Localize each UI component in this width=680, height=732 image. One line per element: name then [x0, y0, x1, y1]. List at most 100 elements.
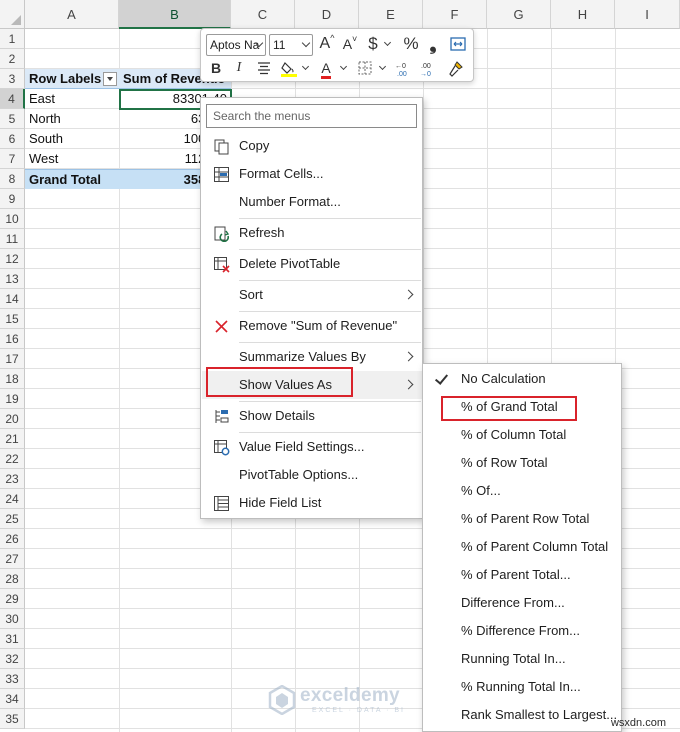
- row-header-33[interactable]: 33: [0, 669, 25, 689]
- chevron-down-icon[interactable]: [378, 62, 387, 71]
- italic-button[interactable]: I: [229, 57, 249, 79]
- row-header-16[interactable]: 16: [0, 329, 25, 349]
- row-header-20[interactable]: 20: [0, 409, 25, 429]
- row-header-34[interactable]: 34: [0, 689, 25, 709]
- submenu-item-pct-running-total-in[interactable]: % Running Total In...: [424, 673, 621, 701]
- format-painter-brush-icon: [449, 61, 463, 77]
- chevron-down-icon[interactable]: [301, 62, 310, 71]
- menu-item-value-field-settings[interactable]: Value Field Settings...: [202, 434, 422, 460]
- menu-item-hide-field-list[interactable]: Hide Field List: [202, 490, 422, 516]
- row-header-28[interactable]: 28: [0, 569, 25, 589]
- column-header-c[interactable]: C: [231, 0, 295, 29]
- row-header-14[interactable]: 14: [0, 289, 25, 309]
- column-header-h[interactable]: H: [551, 0, 615, 29]
- row-header-21[interactable]: 21: [0, 429, 25, 449]
- pivot-row-label[interactable]: East: [25, 89, 119, 109]
- font-name-combo[interactable]: Aptos Na: [206, 34, 266, 56]
- row-header-13[interactable]: 13: [0, 269, 25, 289]
- row-header-25[interactable]: 25: [0, 509, 25, 529]
- menu-item-refresh[interactable]: Refresh: [202, 220, 422, 246]
- search-menus-input[interactable]: Search the menus: [206, 104, 417, 128]
- menu-item-remove-field[interactable]: Remove "Sum of Revenue": [202, 313, 422, 339]
- borders-button[interactable]: [354, 57, 376, 79]
- row-header-8[interactable]: 8: [0, 169, 25, 189]
- row-header-22[interactable]: 22: [0, 449, 25, 469]
- submenu-item-pct-of[interactable]: % Of...: [424, 477, 621, 505]
- submenu-item-rank-smallest-to-largest[interactable]: Rank Smallest to Largest...: [424, 701, 621, 729]
- pivot-row-label[interactable]: West: [25, 149, 119, 169]
- submenu-item-running-total-in[interactable]: Running Total In...: [424, 645, 621, 673]
- row-header-18[interactable]: 18: [0, 369, 25, 389]
- chevron-down-icon[interactable]: [383, 38, 392, 47]
- row-header-19[interactable]: 19: [0, 389, 25, 409]
- column-header-g[interactable]: G: [487, 0, 551, 29]
- column-header-b[interactable]: B: [119, 0, 231, 29]
- column-header-f[interactable]: F: [423, 0, 487, 29]
- increase-font-size-button[interactable]: A^: [316, 33, 338, 55]
- row-header-5[interactable]: 5: [0, 109, 25, 129]
- row-header-11[interactable]: 11: [0, 229, 25, 249]
- chevron-down-icon[interactable]: [339, 62, 348, 71]
- row-header-12[interactable]: 12: [0, 249, 25, 269]
- row-header-32[interactable]: 32: [0, 649, 25, 669]
- font-size-combo[interactable]: 11: [269, 34, 313, 56]
- row-header-31[interactable]: 31: [0, 629, 25, 649]
- accounting-format-button[interactable]: $: [363, 33, 383, 55]
- submenu-item-no-calculation[interactable]: No Calculation: [424, 365, 621, 393]
- row-header-26[interactable]: 26: [0, 529, 25, 549]
- decrease-decimal-button[interactable]: .00 →0: [419, 57, 441, 79]
- column-header-d[interactable]: D: [295, 0, 359, 29]
- submenu-item-pct-row-total[interactable]: % of Row Total: [424, 449, 621, 477]
- align-center-button[interactable]: [253, 57, 275, 79]
- select-all-corner[interactable]: [0, 0, 25, 29]
- row-header-29[interactable]: 29: [0, 589, 25, 609]
- row-header-1[interactable]: 1: [0, 29, 25, 49]
- menu-item-format-cells[interactable]: Format Cells...: [202, 161, 422, 187]
- menu-item-show-details[interactable]: Show Details: [202, 403, 422, 429]
- row-header-17[interactable]: 17: [0, 349, 25, 369]
- column-header-i[interactable]: I: [615, 0, 680, 29]
- menu-item-label: PivotTable Options...: [239, 467, 359, 482]
- row-header-2[interactable]: 2: [0, 49, 25, 69]
- font-color-button[interactable]: A: [315, 57, 337, 79]
- pivot-row-label[interactable]: South: [25, 129, 119, 149]
- pivot-row-label[interactable]: North: [25, 109, 119, 129]
- menu-item-sort[interactable]: Sort: [202, 282, 422, 308]
- submenu-item-pct-parent-column-total[interactable]: % of Parent Column Total: [424, 533, 621, 561]
- row-header-4[interactable]: 4: [0, 89, 25, 109]
- pivot-grand-total-label[interactable]: Grand Total: [25, 169, 119, 189]
- submenu-item-difference-from[interactable]: Difference From...: [424, 589, 621, 617]
- format-painter-button[interactable]: [445, 57, 467, 79]
- row-header-15[interactable]: 15: [0, 309, 25, 329]
- filter-dropdown-icon[interactable]: [103, 72, 117, 86]
- bold-button[interactable]: B: [206, 57, 226, 79]
- submenu-item-pct-difference-from[interactable]: % Difference From...: [424, 617, 621, 645]
- highlight-pct-grand-total: [441, 396, 577, 421]
- menu-item-delete-pivottable[interactable]: Delete PivotTable: [202, 251, 422, 277]
- column-header-e[interactable]: E: [359, 0, 423, 29]
- row-header-30[interactable]: 30: [0, 609, 25, 629]
- check-icon: [434, 371, 449, 385]
- row-header-35[interactable]: 35: [0, 709, 25, 729]
- comma-style-button[interactable]: ❟: [424, 33, 442, 55]
- menu-item-number-format[interactable]: Number Format...: [202, 189, 422, 215]
- increase-decimal-button[interactable]: ←0.00: [394, 57, 416, 79]
- row-header-9[interactable]: 9: [0, 189, 25, 209]
- menu-item-copy[interactable]: Copy: [202, 133, 422, 159]
- decrease-font-size-button[interactable]: A˅: [339, 33, 361, 55]
- row-header-23[interactable]: 23: [0, 469, 25, 489]
- submenu-item-pct-column-total[interactable]: % of Column Total: [424, 421, 621, 449]
- merge-center-button[interactable]: [447, 33, 469, 55]
- menu-item-pivottable-options[interactable]: PivotTable Options...: [202, 462, 422, 488]
- row-header-7[interactable]: 7: [0, 149, 25, 169]
- row-header-27[interactable]: 27: [0, 549, 25, 569]
- column-header-a[interactable]: A: [25, 0, 119, 29]
- submenu-item-pct-parent-total[interactable]: % of Parent Total...: [424, 561, 621, 589]
- row-header-24[interactable]: 24: [0, 489, 25, 509]
- row-header-3[interactable]: 3: [0, 69, 25, 89]
- fill-color-button[interactable]: [278, 57, 300, 79]
- submenu-item-pct-parent-row-total[interactable]: % of Parent Row Total: [424, 505, 621, 533]
- percent-style-button[interactable]: %: [400, 33, 422, 55]
- row-header-6[interactable]: 6: [0, 129, 25, 149]
- row-header-10[interactable]: 10: [0, 209, 25, 229]
